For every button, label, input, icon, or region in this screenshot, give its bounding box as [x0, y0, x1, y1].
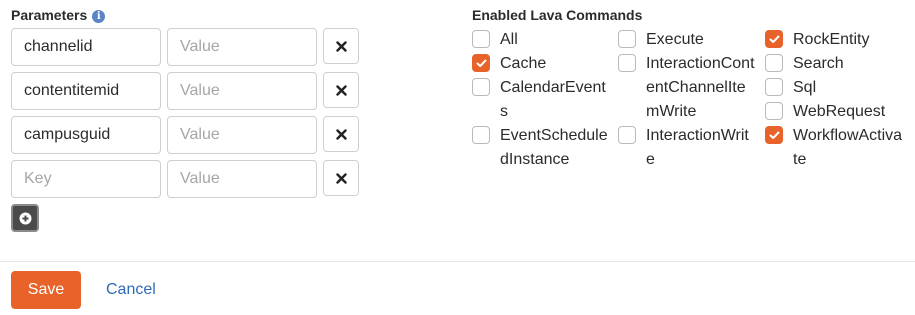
checkbox-all[interactable]: All: [472, 28, 610, 52]
checkbox-cache[interactable]: Cache: [472, 52, 610, 76]
x-icon: [335, 128, 347, 140]
parameter-key-input[interactable]: [11, 72, 161, 110]
save-button[interactable]: Save: [11, 271, 81, 309]
checkbox-label: InteractionContentChannelItemWrite: [646, 55, 755, 120]
parameter-key-input[interactable]: [11, 160, 161, 198]
checkbox-workflowactivate[interactable]: WorkflowActivate: [765, 124, 903, 172]
remove-parameter-button[interactable]: [323, 160, 359, 196]
checkbox-calendarevents[interactable]: CalendarEvents: [472, 76, 610, 124]
checkbox-label: Cache: [500, 55, 547, 72]
checkbox[interactable]: [765, 102, 783, 120]
checkbox[interactable]: [765, 54, 783, 72]
info-icon[interactable]: i: [92, 10, 106, 23]
remove-parameter-button[interactable]: [323, 116, 359, 152]
checkbox-label: EventScheduledInstance: [500, 127, 608, 168]
checkbox-label: Execute: [646, 31, 704, 48]
add-parameter-button[interactable]: [11, 204, 39, 232]
checkbox-label: WebRequest: [793, 103, 886, 120]
checkbox-label: Sql: [793, 79, 817, 96]
checkbox-search[interactable]: Search: [765, 52, 903, 76]
remove-parameter-button[interactable]: [323, 28, 359, 64]
checkbox-execute[interactable]: Execute: [618, 28, 756, 52]
checkbox-label: RockEntity: [793, 31, 870, 48]
parameter-key-input[interactable]: [11, 116, 161, 154]
check-icon: [476, 59, 486, 67]
cancel-link[interactable]: Cancel: [106, 281, 156, 299]
checkbox-label: CalendarEvents: [500, 79, 606, 120]
remove-parameter-button[interactable]: [323, 72, 359, 108]
checkbox-interactionwrite[interactable]: InteractionWrite: [618, 124, 756, 172]
parameter-value-input[interactable]: [167, 28, 317, 66]
x-icon: [335, 84, 347, 96]
x-icon: [335, 172, 347, 184]
checkbox-rockentity[interactable]: RockEntity: [765, 28, 903, 52]
checkbox[interactable]: [765, 126, 783, 144]
check-icon: [769, 35, 779, 43]
parameter-key-input[interactable]: [11, 28, 161, 66]
parameter-value-input[interactable]: [167, 72, 317, 110]
x-icon: [335, 40, 347, 52]
lava-commands-heading: Enabled Lava Commands: [472, 7, 643, 23]
check-icon: [769, 131, 779, 139]
checkbox[interactable]: [472, 54, 490, 72]
parameters-title: Parameters: [11, 7, 88, 23]
checkbox[interactable]: [472, 78, 490, 96]
checkbox[interactable]: [618, 54, 636, 72]
checkbox[interactable]: [618, 30, 636, 48]
parameters-heading: Parameters i: [11, 7, 106, 23]
checkbox-eventscheduledinstance[interactable]: EventScheduledInstance: [472, 124, 610, 172]
checkbox[interactable]: [472, 30, 490, 48]
footer-divider: [0, 261, 915, 262]
checkbox-webrequest[interactable]: WebRequest: [765, 100, 903, 124]
checkbox-label: Search: [793, 55, 844, 72]
checkbox-interactioncontentchannelitemwrite[interactable]: InteractionContentChannelItemWrite: [618, 52, 756, 124]
plus-circle-icon: [19, 212, 31, 224]
checkbox[interactable]: [472, 126, 490, 144]
checkbox-label: InteractionWrite: [646, 127, 749, 168]
parameter-value-input[interactable]: [167, 116, 317, 154]
parameter-value-input[interactable]: [167, 160, 317, 198]
checkbox[interactable]: [765, 78, 783, 96]
checkbox-label: WorkflowActivate: [793, 127, 903, 168]
checkbox-sql[interactable]: Sql: [765, 76, 903, 100]
checkbox[interactable]: [765, 30, 783, 48]
checkbox-label: All: [500, 31, 518, 48]
checkbox[interactable]: [618, 126, 636, 144]
